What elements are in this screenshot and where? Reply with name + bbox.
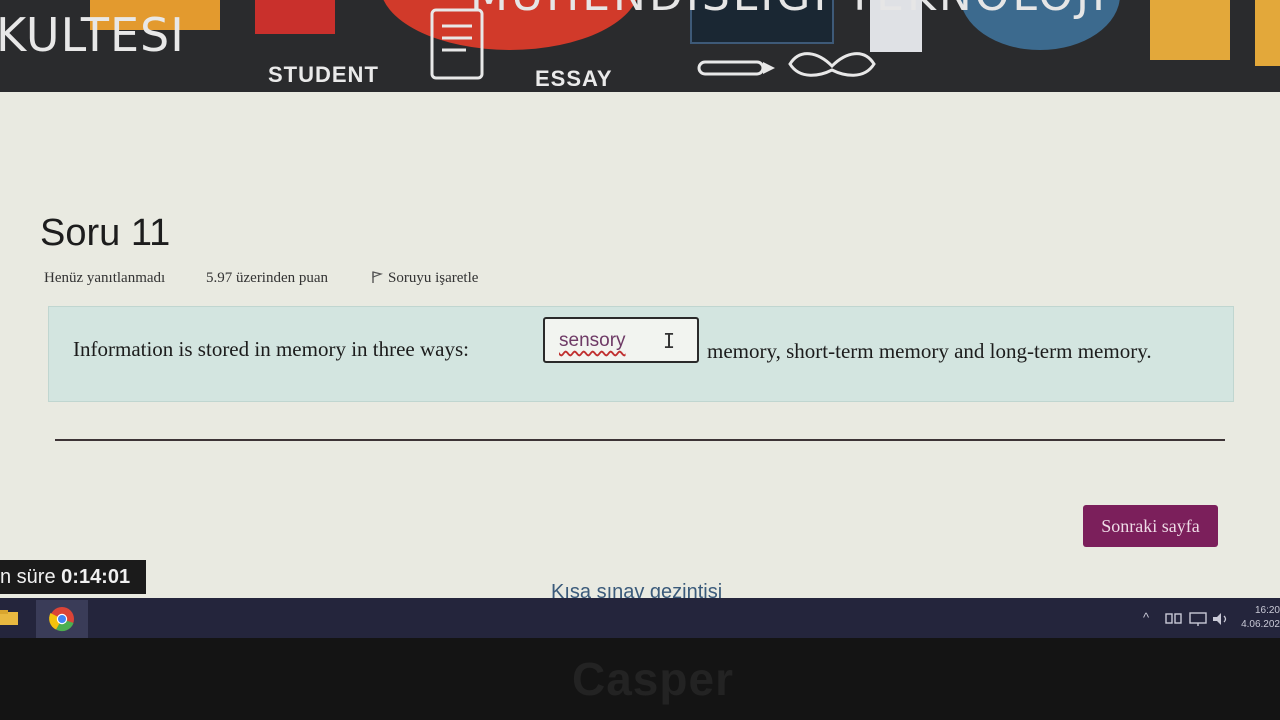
question-text-box: Information is stored in memory in three… [48,306,1234,402]
timer-value: 0:14:01 [61,566,131,588]
banner-top-text: MÜHENDİSLİĞİ TEKNOLOJİ [470,0,1108,21]
divider [55,439,1225,441]
tray-chevron-icon[interactable]: ^ [1143,610,1149,625]
display-icon[interactable] [1189,612,1207,626]
pencil-icon [697,60,775,76]
question-status: Henüz yanıtlanmadı [44,270,166,286]
time-remaining: n süre 0:14:01 [0,560,146,594]
taskbar: ^ 16:20 4.06.202 [0,598,1280,638]
laptop-brand-logo: Casper [572,653,734,705]
banner-red-block [255,0,335,34]
volume-icon[interactable] [1212,612,1230,626]
answer-input[interactable]: sensory I [543,317,699,363]
answer-input-value: sensory [559,330,626,351]
flag-question-label: Soruyu işaretle [388,270,479,286]
system-clock[interactable]: 16:20 4.06.202 [1240,604,1280,632]
next-page-button[interactable]: Sonraki sayfa [1083,505,1218,547]
network-icon[interactable] [1165,612,1183,626]
question-text-before: Information is stored in memory in three… [73,337,469,361]
quiz-page: Soru 11 Henüz yanıtlanmadı 5.97 üzerinde… [0,92,1280,603]
banner-yellow-block-2 [1255,0,1280,66]
banner-yellow-block [1150,0,1230,60]
file-explorer-icon[interactable] [0,608,20,628]
question-title: Soru 11 [40,212,171,254]
document-icon [430,8,484,80]
banner-title: KULTESI [0,8,185,62]
timer-label: n süre [0,566,56,588]
flag-icon [372,271,383,283]
question-text-after: memory, short-term memory and long-term … [707,339,1152,363]
mustache-icon [788,52,876,77]
chrome-icon [49,607,74,632]
clock-date: 4.06.202 [1241,619,1280,630]
flag-question-link[interactable]: Soruyu işaretle [371,270,478,287]
chrome-taskbar-button[interactable] [36,600,88,638]
banner-essay-text: ESSAY [535,66,613,91]
banner-student-text: STUDENT [268,62,379,87]
clock-time: 16:20 [1254,605,1280,616]
text-cursor-icon: I [663,329,676,353]
question-points: 5.97 üzerinden puan [206,270,329,286]
